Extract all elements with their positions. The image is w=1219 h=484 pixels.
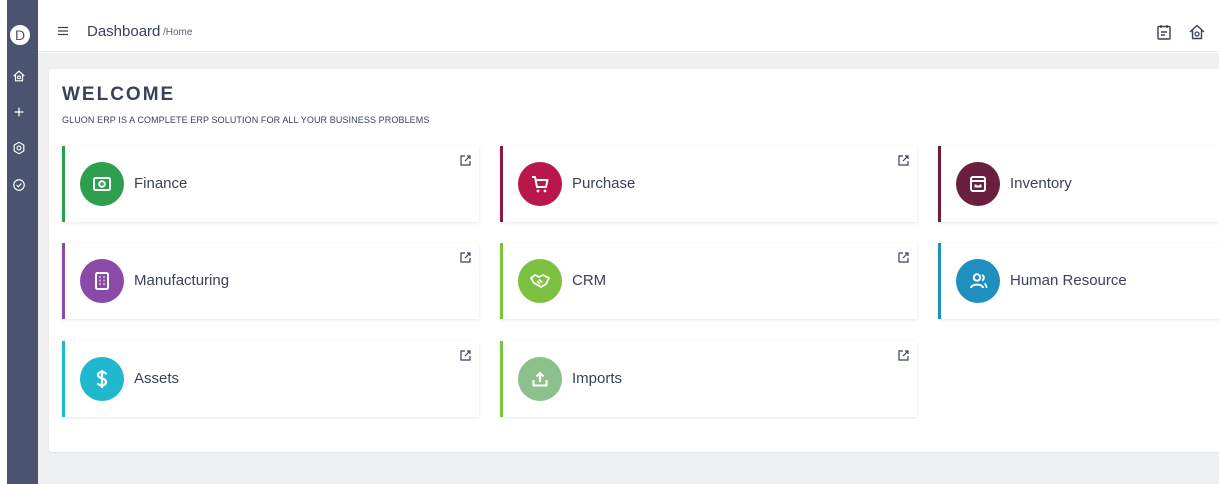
welcome-heading: WELCOME: [62, 84, 176, 105]
handshake-icon: [518, 259, 562, 303]
module-card-assets[interactable]: Assets: [62, 341, 479, 417]
cart-icon: [518, 162, 562, 206]
module-card-inventory[interactable]: Inventory: [938, 146, 1219, 222]
module-label: Purchase: [572, 175, 636, 192]
external-link-icon[interactable]: [459, 349, 472, 362]
external-link-icon[interactable]: [459, 251, 472, 264]
external-link-icon[interactable]: [897, 251, 910, 264]
tagline: GLUON ERP IS A COMPLETE ERP SOLUTION FOR…: [62, 115, 430, 125]
plus-icon[interactable]: [12, 105, 26, 119]
module-label: Imports: [572, 370, 623, 387]
home-icon[interactable]: [12, 69, 26, 83]
module-card-imports[interactable]: Imports: [500, 341, 917, 417]
external-link-icon[interactable]: [897, 154, 910, 167]
header: Dashboard /Home: [38, 0, 1219, 52]
welcome-panel: WELCOME GLUON ERP IS A COMPLETE ERP SOLU…: [49, 69, 1219, 452]
breadcrumb[interactable]: /Home: [163, 27, 192, 38]
module-label: Assets: [134, 370, 180, 387]
money-icon: [80, 162, 124, 206]
archive-box-icon: [956, 162, 1000, 206]
dollar-icon: [80, 357, 124, 401]
window-edge: [0, 0, 7, 484]
module-card-purchase[interactable]: Purchase: [500, 146, 917, 222]
sidebar: D: [0, 0, 38, 484]
avatar[interactable]: D: [9, 24, 31, 46]
users-icon: [956, 259, 1000, 303]
module-label: CRM: [572, 272, 607, 289]
main-area: WELCOME GLUON ERP IS A COMPLETE ERP SOLU…: [38, 53, 1219, 484]
settings-icon[interactable]: [12, 141, 26, 155]
module-card-finance[interactable]: Finance: [62, 146, 479, 222]
module-card-manufacturing[interactable]: Manufacturing: [62, 243, 479, 319]
calendar-icon[interactable]: [1155, 23, 1173, 41]
home-icon[interactable]: [1188, 23, 1206, 41]
building-icon: [80, 259, 124, 303]
module-label: Human Resource: [1010, 272, 1127, 289]
menu-icon[interactable]: [56, 24, 70, 38]
upload-icon: [518, 357, 562, 401]
module-card-crm[interactable]: CRM: [500, 243, 917, 319]
page-title: Dashboard: [87, 23, 161, 40]
module-label: Manufacturing: [134, 272, 230, 289]
module-card-human-resource[interactable]: Human Resource: [938, 243, 1219, 319]
external-link-icon[interactable]: [459, 154, 472, 167]
external-link-icon[interactable]: [897, 349, 910, 362]
module-label: Finance: [134, 175, 188, 192]
check-circle-icon[interactable]: [12, 178, 26, 192]
module-label: Inventory: [1010, 175, 1072, 192]
